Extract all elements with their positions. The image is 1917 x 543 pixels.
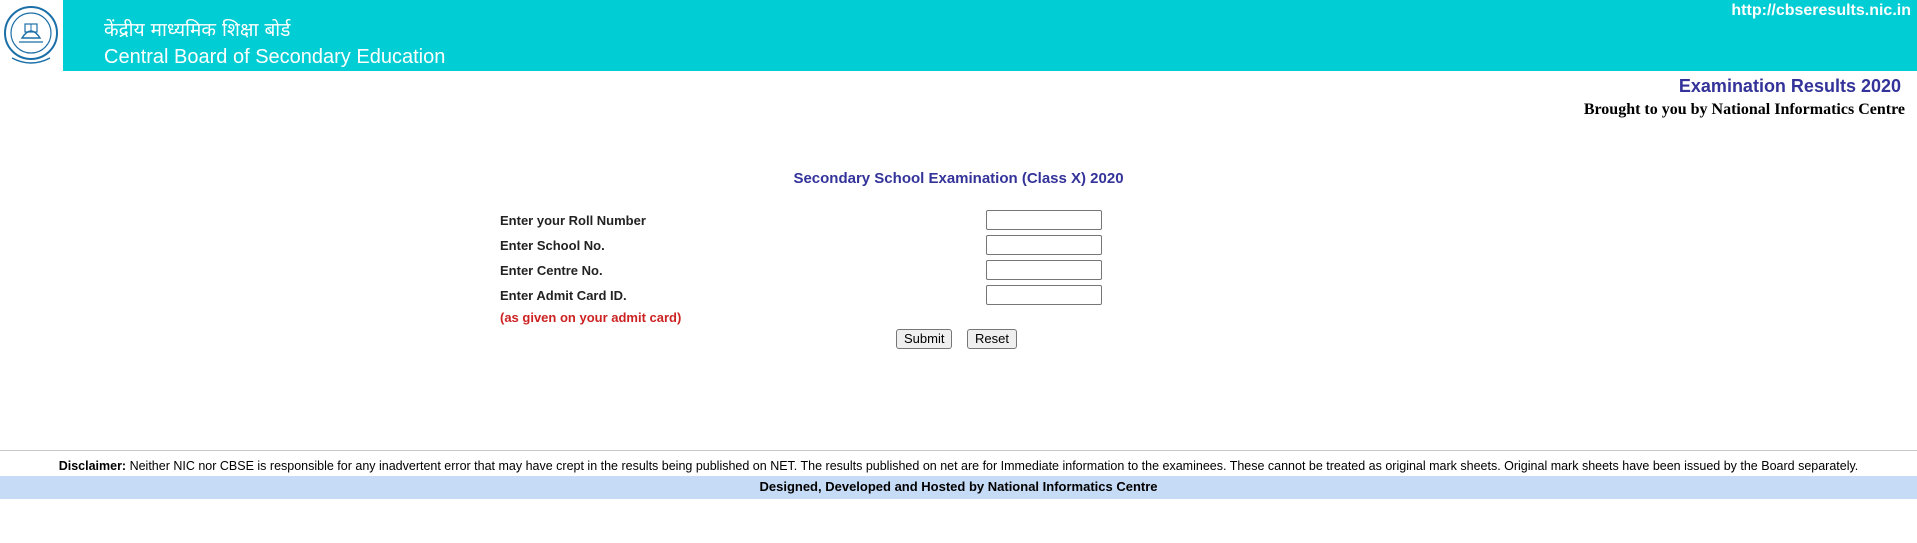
centre-number-row: Enter Centre No. xyxy=(500,260,1102,282)
centre-number-label: Enter Centre No. xyxy=(500,263,603,278)
admit-card-label: Enter Admit Card ID. xyxy=(500,288,627,303)
roll-number-row: Enter your Roll Number xyxy=(500,210,1102,232)
school-number-input[interactable] xyxy=(986,235,1102,255)
logo-container xyxy=(0,0,63,71)
reset-button[interactable]: Reset xyxy=(967,329,1017,349)
school-number-label: Enter School No. xyxy=(500,238,605,253)
site-url-link[interactable]: http://cbseresults.nic.in xyxy=(1731,2,1911,20)
disclaimer: Disclaimer: Neither NIC nor CBSE is resp… xyxy=(0,459,1917,473)
hindi-title: केंद्रीय माध्यमिक शिक्षा बोर्ड xyxy=(104,19,291,41)
roll-number-label: Enter your Roll Number xyxy=(500,213,646,228)
admit-card-input[interactable] xyxy=(986,285,1102,305)
footer-bar: Designed, Developed and Hosted by Nation… xyxy=(0,476,1917,499)
disclaimer-text: Neither NIC nor CBSE is responsible for … xyxy=(126,459,1859,473)
english-title: Central Board of Secondary Education xyxy=(104,46,446,68)
submit-button[interactable]: Submit xyxy=(896,329,953,349)
page-root: केंद्रीय माध्यमिक शिक्षा बोर्ड Central B… xyxy=(0,0,1917,543)
school-number-row: Enter School No. xyxy=(500,235,1102,257)
brought-by-text: Brought to you by National Informatics C… xyxy=(1583,101,1905,118)
form-title: Secondary School Examination (Class X) 2… xyxy=(793,170,1124,187)
footer-divider xyxy=(0,450,1917,451)
disclaimer-label: Disclaimer: xyxy=(58,459,127,473)
footer-credit: Designed, Developed and Hosted by Nation… xyxy=(759,479,1158,494)
examination-results-heading: Examination Results 2020 xyxy=(1678,76,1901,96)
admit-card-note: (as given on your admit card) xyxy=(500,310,682,325)
site-header: केंद्रीय माध्यमिक शिक्षा बोर्ड Central B… xyxy=(0,0,1917,71)
roll-number-input[interactable] xyxy=(986,210,1102,230)
cbse-emblem-icon xyxy=(4,6,58,64)
admit-card-row: Enter Admit Card ID. xyxy=(500,285,1102,307)
centre-number-input[interactable] xyxy=(986,260,1102,280)
